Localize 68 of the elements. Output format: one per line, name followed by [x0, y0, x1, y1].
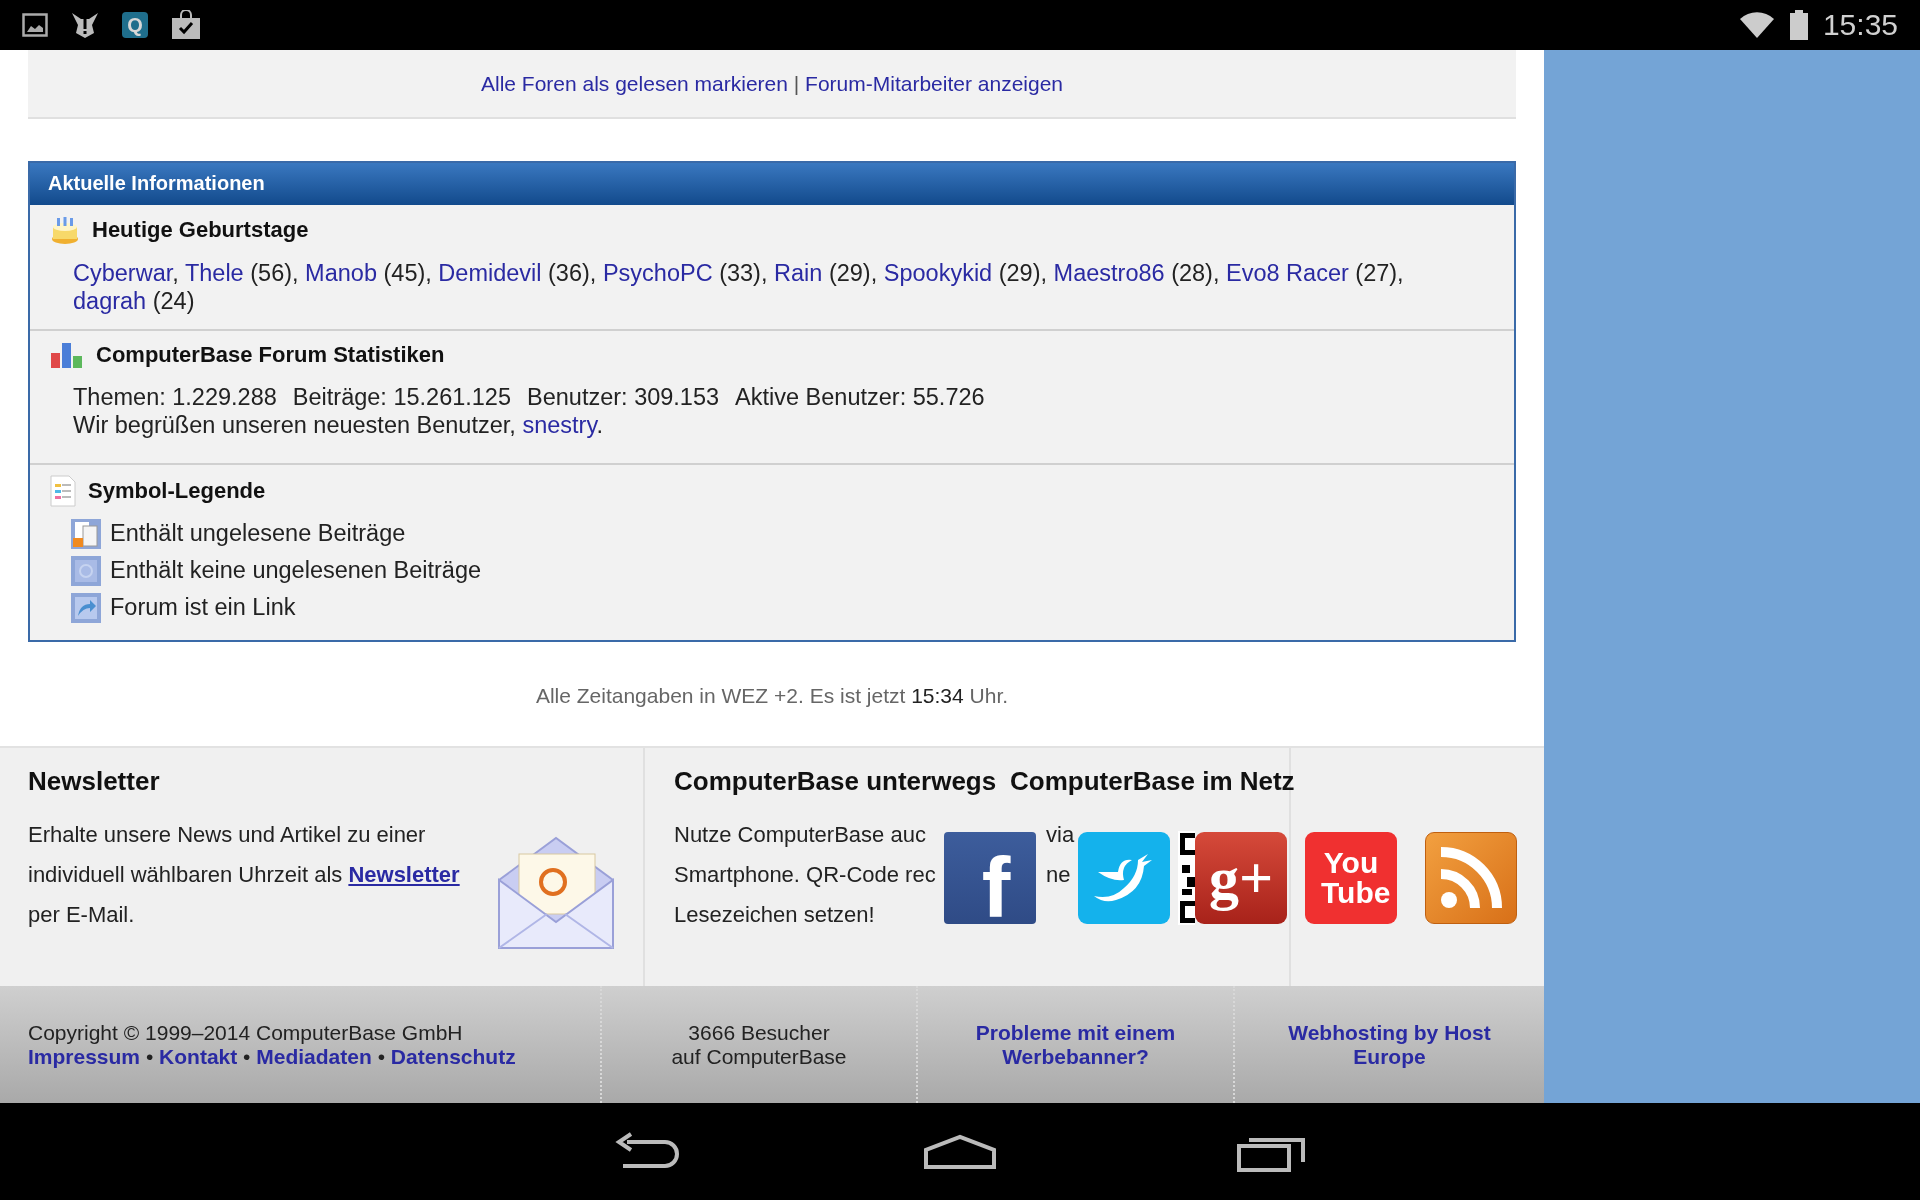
welcome-text: Wir begrüßen unseren neuesten Benutzer, snestry.	[73, 411, 604, 439]
section-heading: ComputerBase unterwegs	[674, 766, 997, 797]
user-link[interactable]: Maestro86	[1053, 260, 1165, 286]
home-icon[interactable]	[923, 1133, 997, 1170]
body-text: via	[1046, 821, 1075, 849]
warning-icon	[70, 11, 100, 39]
app-icon[interactable]: Q	[122, 12, 148, 38]
bag-check-icon	[170, 10, 202, 40]
copyright-text: Copyright © 1999–2014 ComputerBase GmbH	[28, 1020, 464, 1045]
footer-link[interactable]: Datenschutz	[390, 1044, 516, 1068]
newsletter-text: Erhalte unsere News und Artikel zu einer individuell wählbaren Uhrzeit als Newsletter per E-Mail.	[28, 821, 461, 929]
qr-code-icon	[1178, 831, 1195, 925]
wifi-icon	[1738, 11, 1775, 39]
forum-link[interactable]: Forum-Mitarbeiter anzeigen	[805, 71, 1063, 95]
cake-icon	[50, 215, 80, 245]
footer-link[interactable]: Mediadaten	[256, 1044, 372, 1068]
user-link[interactable]: snestry	[522, 412, 597, 438]
user-link[interactable]: Demidevil	[438, 260, 542, 286]
section-heading: ComputerBase im Netz	[1010, 766, 1295, 797]
visitor-count: auf ComputerBase	[671, 1044, 847, 1069]
birthday-list: Cyberwar, Thele (56), Manob (45), Demidevil (36), PsychoPC (33), Rain (29), Spookykid (29), Maestro86 (28), Evo8 Racer (27), dagrah (24)	[73, 259, 1473, 315]
footer-link[interactable]: Kontakt	[159, 1044, 238, 1068]
social-link[interactable]: f	[944, 832, 1036, 924]
stat-text: Benutzer: 309.153	[527, 383, 720, 411]
body-text: Lesezeichen setzen!	[674, 901, 875, 929]
section-heading: ComputerBase Forum Statistiken	[96, 342, 445, 368]
body-text: Smartphone. QR-Code rec	[674, 861, 936, 889]
picture-icon	[22, 13, 48, 37]
legend-label: Enthält keine ungelesenen Beiträge	[110, 557, 482, 584]
user-link[interactable]: Thele	[184, 260, 244, 286]
stat-text: Themen: 1.229.288	[73, 383, 277, 411]
forum-links: Alle Foren als gelesen markieren | Forum-Mitarbeiter anzeigen	[480, 71, 1063, 96]
read-forum-icon	[70, 554, 102, 587]
visitor-count: 3666 Besucher	[688, 1020, 830, 1045]
legal-links: Impressum • Kontakt • Mediadaten • Datenschutz	[28, 1044, 517, 1069]
rss-icon	[1439, 846, 1503, 910]
body-text: ne	[1046, 861, 1071, 889]
section-heading: Symbol-Legende	[88, 478, 266, 504]
footer-link[interactable]: Webhosting by Host Europe	[1279, 1020, 1500, 1069]
body-text: Nutze ComputerBase auc	[674, 821, 926, 849]
section-heading: Newsletter	[28, 766, 160, 797]
clock-time: 15:35	[1822, 8, 1898, 42]
footer-link[interactable]: Probleme mit einem Werbebanner?	[975, 1020, 1176, 1069]
forum-link[interactable]: Alle Foren als gelesen markieren	[480, 71, 788, 95]
panel-header: Aktuelle Informationen	[30, 163, 1514, 205]
timezone-note: Alle Zeitangaben in WEZ +2. Es ist jetzt 15:34 Uhr.	[535, 684, 1009, 707]
unread-forum-icon	[70, 517, 102, 550]
user-link[interactable]: Cyberwar	[73, 260, 173, 286]
footer-link[interactable]: Impressum	[28, 1044, 141, 1068]
social-link[interactable]: g+	[1195, 832, 1287, 924]
bar-chart-icon	[50, 341, 84, 369]
document-list-icon	[50, 475, 76, 507]
legend-label: Forum ist ein Link	[110, 594, 296, 621]
user-link[interactable]: PsychoPC	[602, 260, 713, 286]
section-heading: Heutige Geburtstage	[92, 217, 309, 243]
social-link[interactable]	[1178, 832, 1195, 924]
stat-text: Beiträge: 15.261.125	[292, 383, 511, 411]
user-link[interactable]: Evo8 Racer	[1226, 260, 1349, 286]
user-link[interactable]: Manob	[305, 260, 377, 286]
user-link[interactable]: Rain	[774, 260, 823, 286]
battery-icon	[1788, 10, 1809, 40]
legend-label: Enthält ungelesene Beiträge	[110, 520, 406, 547]
stat-text: Aktive Benutzer: 55.726	[735, 383, 985, 411]
link-forum-icon	[70, 591, 102, 624]
social-link[interactable]: You Tube	[1305, 832, 1397, 924]
user-link[interactable]: dagrah	[73, 288, 147, 314]
newsletter-link[interactable]: Newsletter	[348, 862, 460, 887]
user-link[interactable]: Spookykid	[883, 260, 993, 286]
